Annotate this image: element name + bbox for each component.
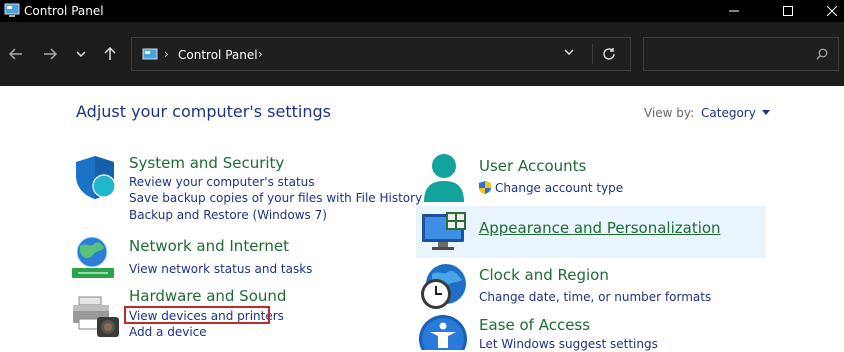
title-bar: Control Panel — [0, 0, 844, 22]
category-title-hardware-and-sound[interactable]: Hardware and Sound — [129, 286, 286, 306]
maximize-icon — [783, 6, 793, 16]
view-by-dropdown[interactable]: Category — [701, 105, 770, 121]
uac-shield-icon — [479, 181, 491, 194]
category-title-appearance-and-personalization[interactable]: Appearance and Personalization — [479, 218, 721, 238]
address-bar[interactable]: › Control Panel › — [131, 37, 631, 71]
arrow-up-icon — [104, 47, 116, 60]
network-globe-icon — [72, 236, 114, 278]
forward-button[interactable] — [39, 44, 61, 64]
link-change-date-time[interactable]: Change date, time, or number formats — [479, 289, 711, 305]
clock-globe-icon — [421, 264, 466, 309]
category-title-user-accounts[interactable]: User Accounts — [479, 156, 586, 176]
link-network-status[interactable]: View network status and tasks — [129, 261, 312, 277]
chevron-down-icon[interactable] — [564, 49, 574, 55]
ease-of-access-icon — [419, 315, 467, 350]
category-title-system-and-security[interactable]: System and Security — [129, 153, 284, 173]
search-icon — [816, 48, 828, 60]
category-title-network-and-internet[interactable]: Network and Internet — [129, 236, 289, 256]
category-title-ease-of-access[interactable]: Ease of Access — [479, 315, 590, 335]
control-panel-icon — [4, 3, 20, 17]
refresh-icon[interactable] — [602, 47, 616, 61]
link-file-history[interactable]: Save backup copies of your files with Fi… — [129, 190, 422, 206]
minimize-button[interactable] — [712, 0, 756, 22]
caret-down-icon — [761, 110, 770, 115]
chevron-right-icon[interactable]: › — [258, 47, 263, 61]
window-title: Control Panel — [24, 4, 104, 18]
chevron-down-icon — [76, 51, 86, 57]
page-heading: Adjust your computer's settings — [76, 102, 331, 121]
up-button[interactable] — [99, 44, 121, 64]
back-button[interactable] — [5, 44, 27, 64]
arrow-right-icon — [44, 48, 57, 60]
close-icon — [827, 6, 837, 16]
monitor-icon — [422, 212, 466, 250]
category-title-clock-and-region[interactable]: Clock and Region — [479, 265, 609, 285]
close-button[interactable] — [810, 0, 844, 22]
maximize-button[interactable] — [766, 0, 810, 22]
chevron-right-icon: › — [164, 47, 169, 61]
shield-icon — [76, 156, 116, 199]
highlight-box — [124, 306, 270, 324]
arrow-left-icon — [9, 48, 22, 60]
link-change-account-type[interactable]: Change account type — [495, 180, 623, 196]
link-add-device[interactable]: Add a device — [129, 324, 207, 340]
breadcrumb-control-panel[interactable]: Control Panel — [178, 47, 258, 63]
user-icon — [424, 154, 464, 202]
divider — [592, 44, 593, 64]
view-by-label: View by: — [644, 106, 695, 120]
recent-locations-button[interactable] — [70, 44, 92, 64]
search-box[interactable] — [643, 37, 839, 71]
printer-icon — [73, 296, 119, 337]
link-review-status[interactable]: Review your computer's status — [129, 174, 315, 190]
search-input[interactable] — [650, 44, 814, 66]
view-by-value: Category — [701, 106, 756, 120]
link-backup-restore[interactable]: Backup and Restore (Windows 7) — [129, 207, 327, 223]
navigation-bar: › Control Panel › — [0, 22, 844, 86]
minimize-icon — [729, 10, 739, 12]
control-panel-icon — [142, 48, 158, 60]
